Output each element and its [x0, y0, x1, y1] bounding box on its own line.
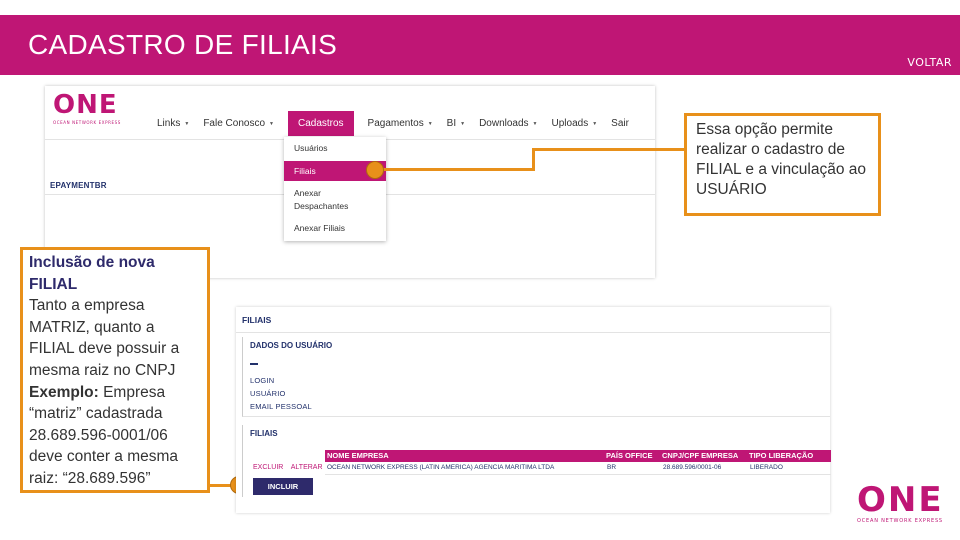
portal-logo-subtitle: OCEAN NETWORK EXPRESS: [53, 120, 121, 125]
chevron-down-icon: ▼: [269, 120, 274, 127]
nav-cadastros[interactable]: Cadastros: [287, 111, 354, 136]
nav-sair[interactable]: Sair: [611, 118, 629, 129]
col-nome-empresa: NOME EMPRESA: [327, 451, 389, 460]
divider: [325, 474, 831, 475]
back-link[interactable]: VOLTAR: [907, 56, 952, 69]
table-header: NOME EMPRESA PAÍS OFFICE CNPJ/CPF EMPRES…: [325, 450, 831, 462]
nav-pagamentos[interactable]: Pagamentos ▼: [368, 118, 433, 129]
brand-logo-subtitle: OCEAN NETWORK EXPRESS: [857, 518, 943, 524]
add-branch-button[interactable]: INCLUIR: [253, 478, 313, 495]
brand-logo-word: ONE: [857, 480, 944, 520]
col-tipo-liberacao: TIPO LIBERAÇÃO: [749, 451, 814, 460]
nav-bi-label: BI: [446, 118, 457, 129]
user-data-title: DADOS DO USUÁRIO: [250, 341, 333, 350]
menu-item-despachantes[interactable]: Despachantes: [284, 201, 386, 212]
nav-bi[interactable]: BI ▼: [447, 118, 465, 129]
field-usuario: USUÁRIO: [250, 389, 286, 398]
main-nav: Links ▼ Fale Conosco ▼ Cadastros Pagamento…: [157, 110, 643, 137]
callout-new-filial-heading: Inclusão de nova FILIAL: [29, 254, 155, 293]
menu-item-anexar-filiais[interactable]: Anexar Filiais: [284, 223, 386, 234]
row-actions: EXCLUIR ALTERAR: [253, 464, 323, 471]
connector-line: [532, 148, 684, 151]
branches-title: FILIAIS: [250, 429, 278, 438]
cadastros-dropdown: Usuários Filiais Anexar Despachantes Ane…: [284, 137, 386, 241]
menu-item-usuarios[interactable]: Usuários: [284, 143, 386, 154]
portal-page-label: EPAYMENTBR: [50, 181, 107, 190]
connector-line: [383, 168, 535, 171]
cell-tipo-liberacao: LIBERADO: [750, 464, 783, 471]
filiais-screenshot: FILIAIS DADOS DO USUÁRIO LOGIN USUÁRIO E…: [236, 307, 831, 513]
callout-new-filial-body: Tanto a empresa MATRIZ, quanto a FILIAL …: [29, 297, 180, 379]
slide: CADASTRO DE FILIAIS VOLTAR ONE OCEAN NET…: [0, 0, 960, 540]
delete-link[interactable]: EXCLUIR: [253, 464, 283, 471]
nav-sair-label: Sair: [611, 118, 629, 129]
callout-new-filial-example: Exemplo: Empresa “matriz” cadastrada 28.…: [29, 382, 203, 490]
nav-pagamentos-label: Pagamentos: [367, 118, 424, 129]
nav-downloads[interactable]: Downloads ▼: [479, 118, 537, 129]
callout-filial-option-text: Essa opção permite realizar o cadastro d…: [696, 121, 867, 198]
cell-pais-office: BR: [607, 464, 617, 471]
divider: [236, 332, 830, 333]
nav-cadastros-label: Cadastros: [297, 118, 344, 129]
branches-card: FILIAIS NOME EMPRESA PAÍS OFFICE CNPJ/CP…: [242, 425, 831, 497]
nav-links[interactable]: Links ▼: [157, 118, 189, 129]
chevron-down-icon: ▼: [460, 120, 466, 127]
nav-fale-conosco-label: Fale Conosco: [203, 118, 266, 129]
col-pais-office: PAÍS OFFICE: [606, 451, 653, 460]
cell-nome-empresa: OCEAN NETWORK EXPRESS (LATIN AMERICA) AG…: [327, 464, 555, 471]
chevron-down-icon: ▼: [532, 120, 538, 127]
menu-item-anexar[interactable]: Anexar: [284, 188, 386, 199]
marker-dot: [366, 161, 384, 179]
connector-line: [532, 148, 535, 171]
header-bar: CADASTRO DE FILIAIS VOLTAR: [0, 15, 960, 75]
nav-fale-conosco[interactable]: Fale Conosco ▼: [203, 118, 274, 129]
brand-logo: ONE OCEAN NETWORK EXPRESS: [857, 480, 949, 524]
nav-uploads-label: Uploads: [551, 118, 589, 129]
chevron-down-icon: ▼: [184, 120, 190, 127]
user-data-card: DADOS DO USUÁRIO LOGIN USUÁRIO EMAIL PES…: [242, 337, 830, 417]
portal-logo: ONE OCEAN NETWORK EXPRESS: [53, 92, 123, 125]
col-cnpj-empresa: CNPJ/CPF EMPRESA: [662, 451, 739, 460]
callout-example-label: Exemplo:: [29, 383, 99, 401]
chevron-down-icon: ▼: [592, 120, 598, 127]
portal-logo-word: ONE: [53, 90, 118, 120]
callout-new-filial: Inclusão de nova FILIAL Tanto a empresa …: [20, 247, 210, 493]
connector-line: [210, 484, 232, 487]
nav-links-label: Links: [157, 118, 181, 129]
cell-cnpj-empresa: 28.689.596/0001-06: [663, 464, 722, 471]
nav-downloads-label: Downloads: [479, 118, 529, 129]
filiais-page-title: FILIAIS: [242, 315, 272, 325]
field-login: LOGIN: [250, 376, 275, 385]
chevron-down-icon: ▼: [427, 120, 433, 127]
divider: [250, 363, 258, 365]
callout-filial-option: Essa opção permite realizar o cadastro d…: [684, 113, 881, 216]
field-email-pessoal: EMAIL PESSOAL: [250, 402, 312, 411]
page-title: CADASTRO DE FILIAIS: [28, 29, 338, 60]
edit-link[interactable]: ALTERAR: [291, 464, 323, 471]
nav-uploads[interactable]: Uploads ▼: [552, 118, 598, 129]
